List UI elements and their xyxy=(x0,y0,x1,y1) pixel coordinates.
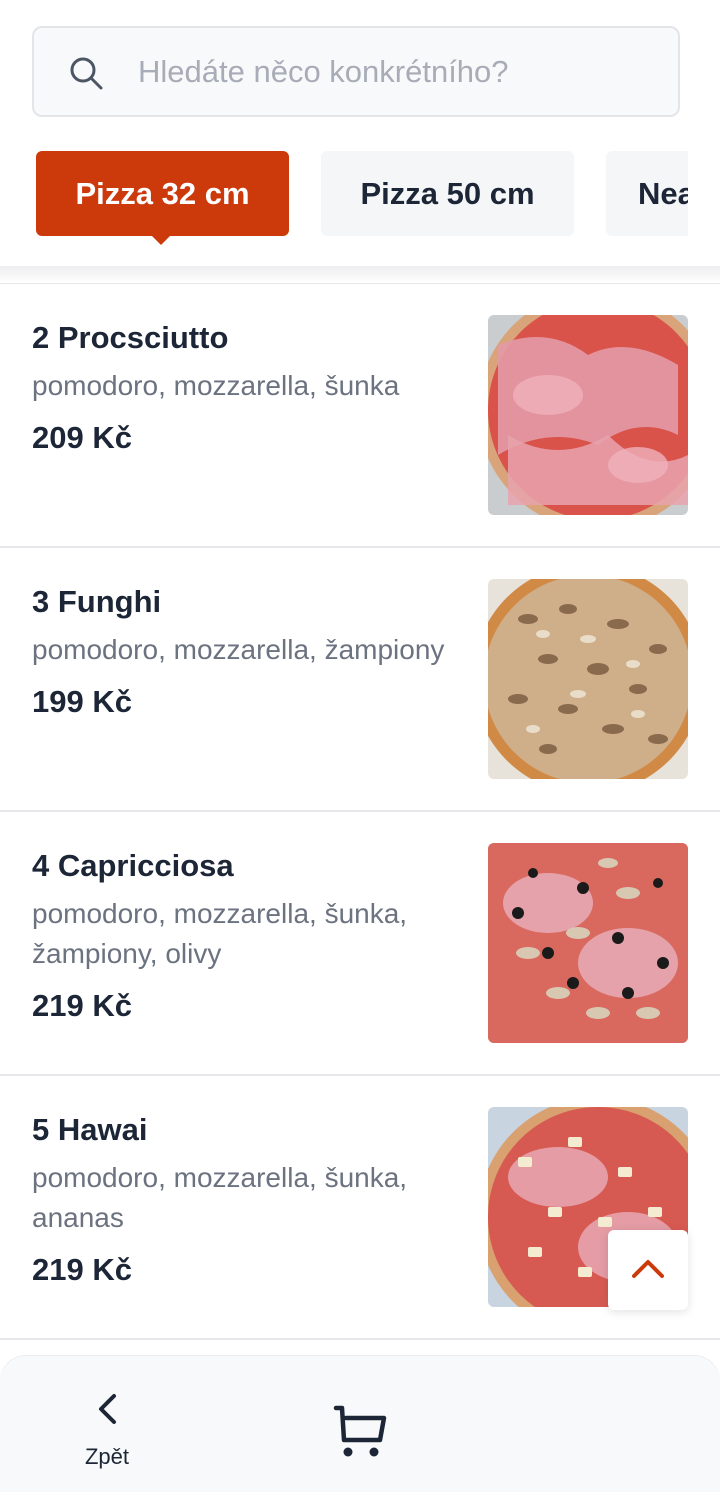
search-input[interactable] xyxy=(138,28,658,115)
item-price: 219 Kč xyxy=(32,1252,132,1287)
scroll-to-top-button[interactable] xyxy=(608,1230,688,1310)
item-description: pomodoro, mozzarella, žampiony xyxy=(32,634,445,665)
item-description: pomodoro, mozzarella, šunka xyxy=(32,370,400,401)
search-icon xyxy=(68,55,104,91)
search-box[interactable] xyxy=(32,26,680,117)
item-name: 4 Capricciosa xyxy=(32,848,234,883)
cart-button[interactable] xyxy=(330,1400,390,1460)
list-item[interactable]: 2 Procsciutto pomodoro, mozzarella, šunk… xyxy=(0,284,720,548)
tab-pizza-32[interactable]: Pizza 32 cm xyxy=(36,151,289,236)
funghi-pizza-photo xyxy=(488,579,688,779)
tab-label: Nealko xyxy=(638,175,688,211)
bottom-nav: Zpět xyxy=(0,1356,720,1492)
item-description: pomodoro, mozzarella, šunka, ananas xyxy=(32,1162,408,1233)
tab-nealko[interactable]: Nealko xyxy=(606,151,688,236)
tab-label: Pizza 32 cm xyxy=(75,175,250,211)
list-item[interactable]: 3 Funghi pomodoro, mozzarella, žampiony … xyxy=(0,548,720,812)
header: Pizza 32 cm Pizza 50 cm Nealko xyxy=(0,0,720,266)
item-description: pomodoro, mozzarella, šunka, žampiony, o… xyxy=(32,898,408,969)
back-button[interactable]: Zpět xyxy=(62,1392,152,1472)
active-tab-indicator xyxy=(150,234,172,245)
list-item[interactable]: 4 Capricciosa pomodoro, mozzarella, šunk… xyxy=(0,812,720,1076)
tab-pizza-50[interactable]: Pizza 50 cm xyxy=(321,151,574,236)
capricciosa-pizza-photo xyxy=(488,843,688,1043)
item-name: 3 Funghi xyxy=(32,584,162,619)
item-price: 219 Kč xyxy=(32,988,132,1023)
chevron-left-icon xyxy=(96,1392,118,1431)
chevron-up-icon xyxy=(631,1257,665,1284)
item-name: 2 Procsciutto xyxy=(32,320,229,355)
item-price: 199 Kč xyxy=(32,684,132,719)
category-tabs: Pizza 32 cm Pizza 50 cm Nealko xyxy=(0,151,688,251)
item-name: 5 Hawai xyxy=(32,1112,148,1147)
prosciutto-pizza-photo xyxy=(488,315,688,515)
back-label: Zpět xyxy=(84,1444,130,1469)
item-price: 209 Kč xyxy=(32,420,132,455)
tab-label: Pizza 50 cm xyxy=(360,175,535,211)
cart-icon xyxy=(330,1405,390,1464)
